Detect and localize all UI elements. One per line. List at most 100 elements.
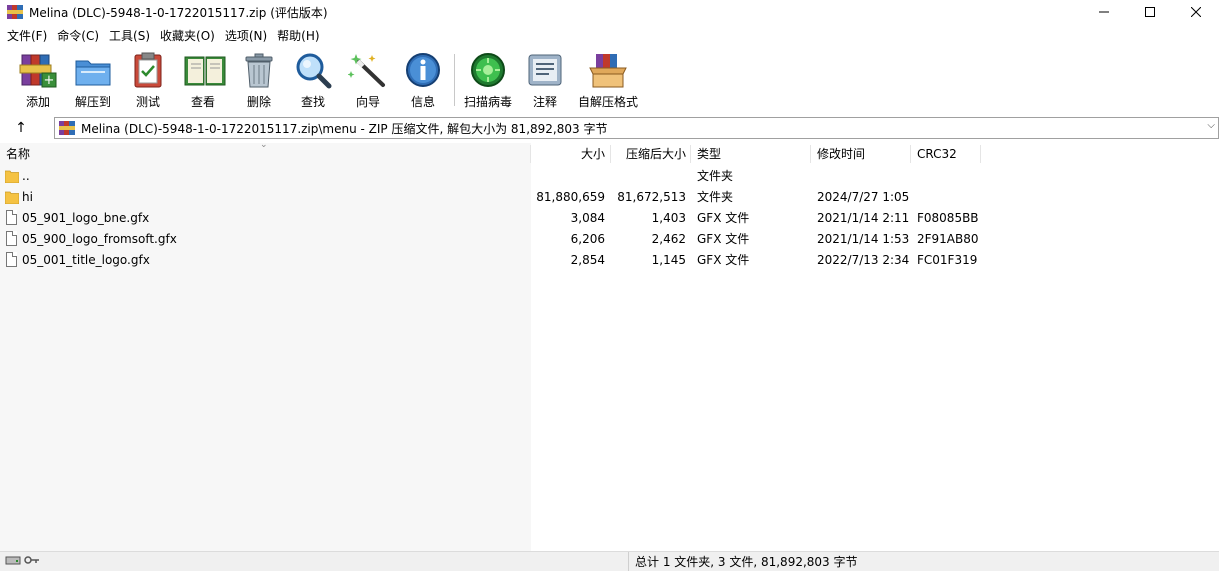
folder-icon (5, 170, 19, 183)
folder-icon (5, 191, 19, 204)
toolbar: + 添加 解压到 测试 查看 删除 查找 向导 信息 扫描病毒 注释 自解压格式 (0, 48, 1219, 114)
column-header-crc[interactable]: CRC32 (917, 143, 957, 165)
extract-to-label: 解压到 (74, 95, 111, 109)
status-separator (628, 552, 629, 571)
view-label: 查看 (190, 95, 215, 109)
column-header-modified[interactable]: 修改时间 (817, 143, 865, 165)
wizard-button[interactable]: 向导 (347, 51, 388, 111)
menu-file[interactable]: 文件(F) (2, 25, 52, 47)
file-type: 文件夹 (697, 190, 734, 204)
file-size: 81,880,659 (536, 190, 605, 204)
header-separator (980, 145, 981, 163)
virus-scan-label: 扫描病毒 (463, 95, 512, 109)
magnifier-icon (293, 51, 333, 89)
comment-label: 注释 (532, 95, 557, 109)
menu-options[interactable]: 选项(N) (220, 25, 272, 47)
menu-tools[interactable]: 工具(S) (104, 25, 155, 47)
test-label: 测试 (135, 95, 160, 109)
minimize-button[interactable] (1081, 0, 1127, 24)
test-clipboard-icon (128, 51, 168, 89)
menu-help[interactable]: 帮助(H) (272, 25, 324, 47)
column-header-packed[interactable]: 压缩后大小 (611, 143, 686, 165)
file-size (531, 166, 605, 187)
status-summary: 总计 1 文件夹, 3 文件, 81,892,803 字节 (635, 555, 858, 569)
header-separator (690, 145, 691, 163)
file-size: 3,084 (570, 211, 605, 225)
maximize-button[interactable] (1127, 0, 1173, 24)
path-combobox[interactable]: Melina (DLC)-5948-1-0-1722015117.zip\men… (54, 117, 1219, 139)
key-icon[interactable] (24, 554, 40, 569)
drive-icon[interactable] (5, 554, 21, 569)
chevron-down-icon[interactable]: ⌵ (1207, 120, 1215, 131)
sort-caret-icon: ⌄ (260, 140, 268, 150)
view-book-icon (183, 51, 226, 89)
file-size: 2,854 (570, 253, 605, 267)
winrar-app-icon[interactable] (7, 4, 23, 20)
file-crc: F08085BB (917, 211, 979, 225)
sfx-box-icon (588, 51, 628, 89)
file-packed: 2,462 (651, 232, 686, 246)
table-row[interactable]: 05_001_title_logo.gfx 2,854 1,145 GFX 文件… (0, 250, 1219, 271)
virus-scan-icon (468, 51, 508, 89)
file-list: 名称 ⌄ 大小 压缩后大小 类型 修改时间 CRC32 .. 文件夹 hi 81… (0, 140, 1219, 551)
close-button[interactable] (1173, 0, 1219, 24)
sfx-button[interactable]: 自解压格式 (578, 51, 638, 111)
file-name: .. (22, 169, 30, 183)
comment-icon (525, 51, 565, 89)
file-packed: 81,672,513 (617, 190, 686, 204)
table-row[interactable]: 05_900_logo_fromsoft.gfx 6,206 2,462 GFX… (0, 229, 1219, 250)
file-modified: 2022/7/13 2:34 (817, 253, 910, 267)
file-crc: 2F91AB80 (917, 232, 979, 246)
file-type: GFX 文件 (697, 211, 750, 225)
file-modified: 2024/7/27 1:05 (817, 190, 910, 204)
column-header-type[interactable]: 类型 (697, 143, 721, 165)
file-size: 6,206 (570, 232, 605, 246)
wizard-label: 向导 (355, 95, 380, 109)
table-row[interactable]: hi 81,880,659 81,672,513 文件夹 2024/7/27 1… (0, 187, 1219, 208)
column-header-size[interactable]: 大小 (531, 143, 605, 165)
info-label: 信息 (410, 95, 435, 109)
up-folder-button[interactable]: ↑ (8, 117, 34, 139)
info-button[interactable]: 信息 (403, 51, 443, 111)
title-bar: Melina (DLC)-5948-1-0-1722015117.zip (评估… (0, 0, 1219, 24)
delete-label: 删除 (246, 95, 271, 109)
wizard-wand-icon (347, 51, 388, 89)
table-row[interactable]: 05_901_logo_bne.gfx 3,084 1,403 GFX 文件 2… (0, 208, 1219, 229)
menu-commands[interactable]: 命令(C) (52, 25, 104, 47)
test-button[interactable]: 测试 (128, 51, 168, 111)
add-button[interactable]: + 添加 (18, 51, 58, 111)
file-crc: FC01F319 (917, 253, 978, 267)
file-icon (6, 252, 17, 267)
info-icon (403, 51, 443, 89)
svg-text:+: + (44, 73, 55, 88)
status-bar: 总计 1 文件夹, 3 文件, 81,892,803 字节 (0, 551, 1219, 571)
find-label: 查找 (300, 95, 325, 109)
virus-scan-button[interactable]: 扫描病毒 (463, 51, 513, 111)
column-header-name[interactable]: 名称 (6, 143, 30, 165)
file-packed (611, 166, 686, 187)
add-label: 添加 (25, 95, 50, 109)
add-books-icon: + (18, 51, 58, 89)
extract-folder-icon (73, 51, 113, 89)
file-packed: 1,403 (651, 211, 686, 225)
menu-bar: 文件(F) 命令(C) 工具(S) 收藏夹(O) 选项(N) 帮助(H) (0, 25, 325, 47)
file-name: 05_001_title_logo.gfx (22, 253, 150, 267)
file-modified: 2021/1/14 1:53 (817, 232, 910, 246)
toolbar-separator (454, 54, 455, 106)
view-button[interactable]: 查看 (181, 51, 226, 111)
header-separator (910, 145, 911, 163)
delete-button[interactable]: 删除 (239, 51, 279, 111)
menu-favorites[interactable]: 收藏夹(O) (155, 25, 220, 47)
address-bar: ↑ Melina (DLC)-5948-1-0-1722015117.zip\m… (0, 115, 1219, 141)
extract-to-button[interactable]: 解压到 (70, 51, 116, 111)
file-icon (6, 210, 17, 225)
arrow-up-icon: ↑ (15, 120, 27, 136)
window-title: Melina (DLC)-5948-1-0-1722015117.zip (评估… (29, 5, 328, 20)
comment-button[interactable]: 注释 (525, 51, 565, 111)
file-name: hi (22, 190, 33, 204)
table-row[interactable]: .. 文件夹 (0, 166, 1219, 187)
file-type: GFX 文件 (697, 253, 750, 267)
path-text: Melina (DLC)-5948-1-0-1722015117.zip\men… (81, 121, 608, 136)
find-button[interactable]: 查找 (293, 51, 333, 111)
file-type: GFX 文件 (697, 232, 750, 246)
